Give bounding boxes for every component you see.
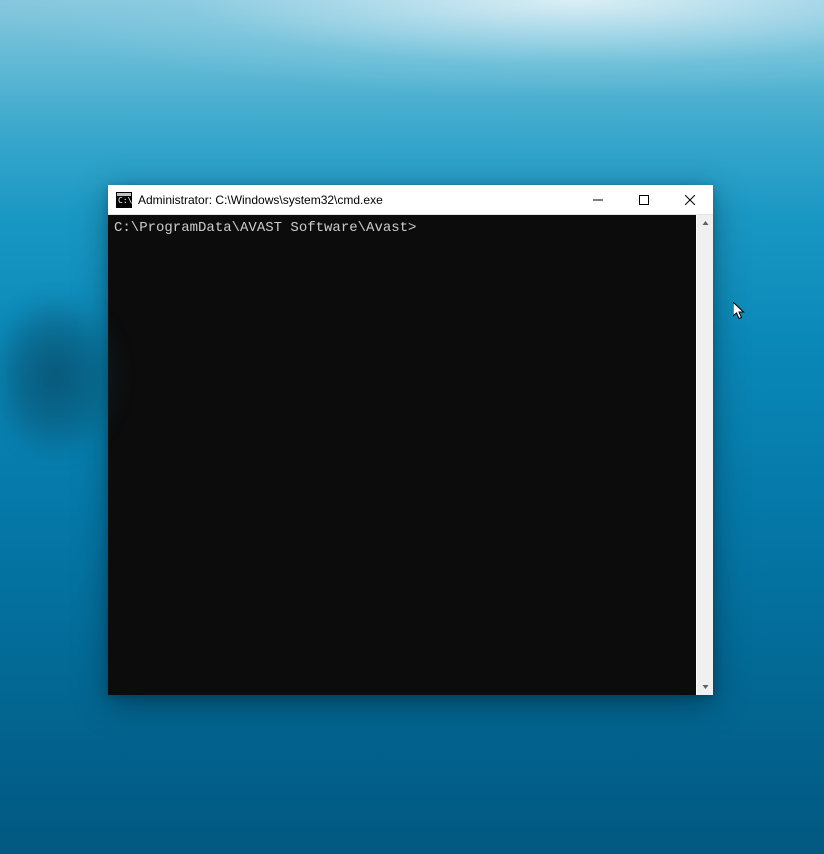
close-button[interactable] — [667, 185, 713, 214]
window-body: C:\ProgramData\AVAST Software\Avast> — [108, 215, 713, 695]
scroll-track[interactable] — [697, 232, 713, 678]
maximize-button[interactable] — [621, 185, 667, 214]
scroll-down-button[interactable] — [697, 678, 713, 695]
window-controls — [575, 185, 713, 214]
window-titlebar[interactable]: C:\ Administrator: C:\Windows\system32\c… — [108, 185, 713, 215]
desktop-background: C:\ Administrator: C:\Windows\system32\c… — [0, 0, 824, 854]
terminal-area[interactable]: C:\ProgramData\AVAST Software\Avast> — [108, 215, 696, 695]
svg-text:C:\: C:\ — [118, 196, 132, 205]
scroll-up-button[interactable] — [697, 215, 713, 232]
minimize-button[interactable] — [575, 185, 621, 214]
cmd-window: C:\ Administrator: C:\Windows\system32\c… — [108, 185, 713, 695]
mouse-cursor-icon — [733, 302, 749, 322]
cmd-icon: C:\ — [116, 192, 132, 208]
terminal-prompt: C:\ProgramData\AVAST Software\Avast> — [114, 219, 690, 237]
window-title: Administrator: C:\Windows\system32\cmd.e… — [138, 193, 575, 207]
vertical-scrollbar[interactable] — [696, 215, 713, 695]
